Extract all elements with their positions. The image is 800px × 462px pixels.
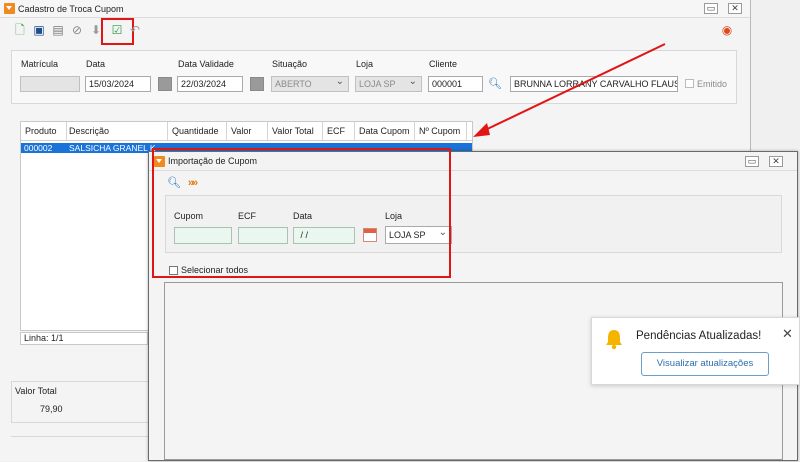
emitido-label: Emitido bbox=[697, 79, 728, 89]
data-field[interactable]: 15/03/2024 bbox=[85, 76, 151, 92]
situacao-select[interactable]: ABERTO bbox=[271, 76, 349, 92]
emitido-checkbox[interactable] bbox=[685, 79, 694, 88]
undo-icon[interactable]: ↶ bbox=[128, 23, 142, 37]
approve-import-icon[interactable]: ☑ bbox=[110, 23, 124, 37]
line-status: Linha: 1/1 bbox=[20, 332, 148, 345]
window-menu-icon[interactable] bbox=[4, 3, 15, 14]
cliente-label: Cliente bbox=[429, 59, 458, 69]
col-data-cupom[interactable]: Data Cupom bbox=[359, 126, 410, 136]
bell-icon bbox=[606, 330, 622, 350]
annotation-highlight-dialog bbox=[152, 148, 451, 278]
col-descricao[interactable]: Descrição bbox=[69, 126, 109, 136]
valor-total-label: Valor Total bbox=[15, 386, 57, 396]
validade-label: Data Validade bbox=[178, 59, 234, 69]
view-updates-button[interactable]: Visualizar atualizações bbox=[641, 352, 769, 376]
col-numero-cupom[interactable]: Nº Cupom bbox=[419, 126, 460, 136]
dialog-restore-button[interactable]: ▭ bbox=[745, 156, 759, 167]
grid-header: Produto Descrição Quantidade Valor Valor… bbox=[21, 122, 472, 141]
col-produto[interactable]: Produto bbox=[25, 126, 57, 136]
new-document-icon[interactable]: 🗋 bbox=[13, 23, 27, 37]
col-quantidade[interactable]: Quantidade bbox=[172, 126, 219, 136]
row-produto: 000002 bbox=[24, 143, 53, 153]
data-label: Data bbox=[86, 59, 106, 69]
valor-total-value: 79,90 bbox=[40, 404, 63, 414]
print-icon[interactable]: ▤ bbox=[51, 23, 65, 37]
notification-close-icon[interactable]: ✕ bbox=[782, 326, 793, 342]
data-calendar-button[interactable] bbox=[158, 77, 172, 91]
close-button[interactable]: ✕ bbox=[728, 3, 742, 14]
footer-panel bbox=[11, 436, 151, 462]
validade-calendar-button[interactable] bbox=[250, 77, 264, 91]
annotation-arrow bbox=[473, 43, 666, 137]
col-valor-total[interactable]: Valor Total bbox=[272, 126, 314, 136]
cancel-icon[interactable]: ⊘ bbox=[70, 23, 84, 37]
dialog-close-button[interactable]: ✕ bbox=[769, 156, 783, 167]
matricula-field[interactable] bbox=[20, 76, 80, 92]
main-titlebar: Cadastro de Troca Cupom ▭ ✕ bbox=[0, 0, 750, 18]
save-icon[interactable]: ▣ bbox=[32, 23, 46, 37]
notification-toast: Pendências Atualizadas! ✕ Visualizar atu… bbox=[591, 317, 800, 385]
col-valor[interactable]: Valor bbox=[231, 126, 251, 136]
row-descricao: SALSICHA GRANEL K bbox=[69, 143, 156, 153]
matricula-label: Matrícula bbox=[21, 59, 59, 69]
fire-icon[interactable]: ◉ bbox=[720, 23, 734, 37]
notification-title: Pendências Atualizadas! bbox=[636, 330, 762, 342]
loja-label: Loja bbox=[356, 59, 374, 69]
restore-button[interactable]: ▭ bbox=[704, 3, 718, 14]
col-ecf[interactable]: ECF bbox=[327, 126, 345, 136]
window-title: Cadastro de Troca Cupom bbox=[18, 4, 124, 14]
import-cupom-dialog: Importação de Cupom ▭ ✕ 🔍︎ »» Cupom ECF … bbox=[148, 148, 798, 461]
situacao-label: Situação bbox=[272, 59, 308, 69]
validade-field[interactable]: 22/03/2024 bbox=[177, 76, 243, 92]
loja-select[interactable]: LOJA SP bbox=[355, 76, 422, 92]
